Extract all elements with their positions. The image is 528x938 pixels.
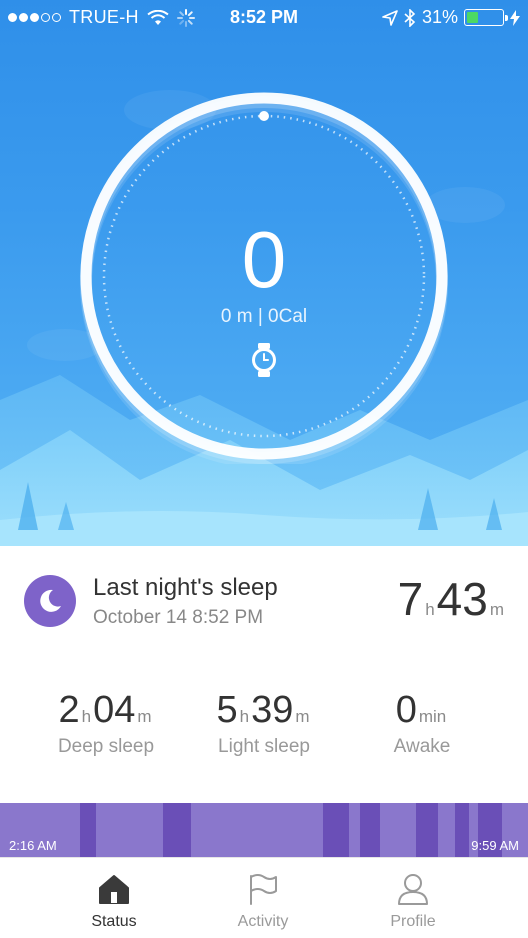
deep-sleep-hours-unit: h — [81, 707, 92, 726]
total-hours: 7 — [397, 573, 424, 625]
total-minutes: 43 — [436, 573, 488, 625]
bluetooth-icon — [404, 8, 416, 27]
light-sleep-metric: 5 h 39 m Light sleep — [176, 688, 352, 758]
awake-minutes-unit: min — [418, 707, 447, 726]
sleep-date: October 14 8:52 PM — [93, 607, 264, 628]
activity-hero: TRUE-H 8:52 PM 31% 0 0 m | 0Cal — [0, 0, 528, 546]
sleep-card[interactable]: z Last night's sleep October 14 8:52 PM … — [0, 546, 528, 803]
light-sleep-minutes-unit: m — [295, 707, 310, 726]
deep-sleep-label: Deep sleep — [57, 736, 155, 757]
charging-bolt-icon — [510, 9, 520, 26]
awake-label: Awake — [393, 736, 451, 757]
home-icon — [99, 875, 129, 904]
light-sleep-label: Light sleep — [218, 736, 310, 757]
deep-sleep-segment — [80, 803, 96, 857]
deep-sleep-hours: 2 — [58, 689, 80, 731]
deep-sleep-minutes-unit: m — [137, 707, 152, 726]
tab-profile[interactable]: Profile — [325, 858, 501, 938]
timeline-end-time: 9:59 AM — [471, 838, 519, 853]
deep-sleep-segment — [323, 803, 349, 857]
battery-icon — [464, 9, 508, 26]
location-arrow-icon — [382, 9, 398, 26]
total-minutes-unit: m — [489, 600, 504, 619]
battery-percent: 31% — [421, 7, 458, 27]
deep-sleep-segment — [416, 803, 438, 857]
distance-calories: 0 m | 0Cal — [220, 306, 308, 327]
status-bar: TRUE-H 8:52 PM 31% — [0, 0, 528, 36]
timeline-start-time: 2:16 AM — [9, 838, 57, 853]
deep-sleep-segment — [163, 803, 191, 857]
awake-metric: 0 min Awake — [334, 688, 510, 758]
total-hours-unit: h — [425, 600, 435, 619]
awake-minutes: 0 — [395, 689, 417, 731]
svg-text:z: z — [53, 592, 58, 602]
light-sleep-hours-unit: h — [239, 707, 250, 726]
person-icon — [398, 874, 428, 905]
deep-sleep-segment — [455, 803, 469, 857]
sleep-moon-icon: z — [24, 575, 76, 627]
step-count: 0 — [241, 215, 287, 304]
tab-profile-label: Profile — [390, 913, 436, 930]
deep-sleep-metric: 2 h 04 m Deep sleep — [18, 688, 194, 758]
light-sleep-minutes: 39 — [251, 689, 294, 731]
tab-bar: Status Activity Profile — [0, 857, 528, 938]
deep-sleep-minutes: 04 — [93, 689, 136, 731]
sleep-timeline[interactable]: 2:16 AM 9:59 AM — [0, 803, 528, 857]
watch-icon[interactable] — [249, 343, 279, 377]
light-sleep-hours: 5 — [216, 689, 238, 731]
deep-sleep-segment — [360, 803, 380, 857]
sleep-total-duration: 7 h 43 m — [398, 572, 506, 626]
flag-icon — [250, 874, 277, 905]
sleep-title: Last night's sleep — [93, 574, 278, 601]
